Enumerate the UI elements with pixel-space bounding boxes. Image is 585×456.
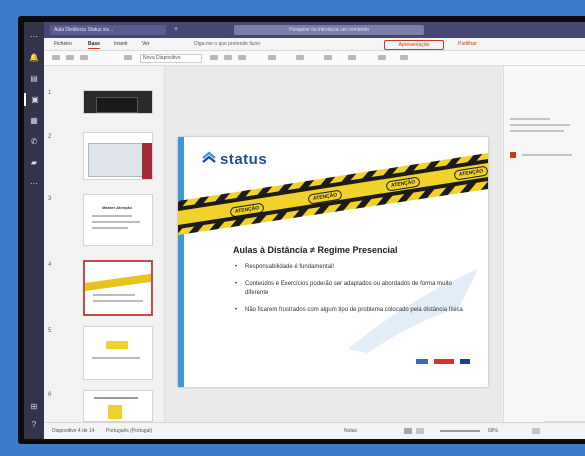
slide-thumbnail[interactable] xyxy=(83,326,153,380)
title-bar: Aula Distância Status sis... + Pesquise … xyxy=(44,22,585,38)
bullet-item: Conteúdos e Exercícios poderão ser adapt… xyxy=(233,280,463,298)
underline-icon[interactable] xyxy=(238,55,246,60)
partner-logo xyxy=(416,359,428,364)
files-icon[interactable]: ▰ xyxy=(24,156,44,169)
bold-icon[interactable] xyxy=(210,55,218,60)
thumbnail-line xyxy=(92,357,140,359)
font-name-box[interactable]: Nova Diapositivo xyxy=(140,54,202,63)
thumbnail-line xyxy=(93,294,135,296)
thumbnail-line xyxy=(92,215,132,217)
thumbnail-line xyxy=(92,227,128,229)
thumbnail-line xyxy=(92,221,140,223)
thumbnail-number: 5 xyxy=(48,328,52,334)
tell-me-input[interactable]: Diga-me o que pretende fazer xyxy=(194,40,260,48)
thumbnail-number: 1 xyxy=(48,90,52,96)
thumbnail-image xyxy=(106,341,128,349)
tab-file[interactable]: Ficheiro xyxy=(54,40,72,48)
app-rail: ⋯ 🔔 ▤ ▣ ▦ ✆ ▰ ⋯ ⊞ ? xyxy=(24,22,44,439)
slide-counter: Diapositivo 4 de 14 xyxy=(52,428,95,434)
chat-icon[interactable]: ▤ xyxy=(24,72,44,85)
slide-thumbnail[interactable] xyxy=(83,90,153,114)
slide-thumbnail[interactable] xyxy=(83,390,153,422)
thumbnail-caution-tape xyxy=(85,272,151,292)
activity-icon[interactable]: 🔔 xyxy=(24,51,44,64)
panel-text-line xyxy=(510,118,550,120)
partner-logo xyxy=(434,359,454,364)
teams-icon[interactable]: ▣ xyxy=(24,93,44,106)
slide-thumbnail[interactable]: Manter Atenção xyxy=(83,194,153,246)
status-bar: Diapositivo 4 de 14 Português (Portugal)… xyxy=(44,422,585,439)
search-input[interactable]: Pesquise ou introduza um comando xyxy=(234,25,424,35)
zoom-slider[interactable] xyxy=(440,430,480,432)
shapes-icon[interactable] xyxy=(348,55,356,60)
slide-canvas: status ATENÇÃO ATENÇÃO ATENÇÃO ATENÇÃO A… xyxy=(165,66,502,422)
help-icon[interactable]: ? xyxy=(24,418,44,431)
slide-title: Aulas à Distância ≠ Regime Presencial xyxy=(233,245,398,255)
apps-store-icon[interactable]: ⊞ xyxy=(24,400,44,413)
notes-button[interactable]: Notas xyxy=(344,428,357,434)
thumbnail-pane: 1 2 3 Manter Atenção 4 5 6 xyxy=(44,66,165,422)
eu-flag-icon xyxy=(460,359,470,364)
slide-thumbnail[interactable] xyxy=(83,132,153,180)
thumbnail-number: 6 xyxy=(48,392,52,398)
thumbnail-title: Manter Atenção xyxy=(102,205,132,210)
thumbnail-number: 3 xyxy=(48,196,52,202)
bullet-item: Responsabilidade é fundamental! xyxy=(233,263,463,272)
undo-icon[interactable] xyxy=(52,55,60,60)
sorter-view-icon[interactable] xyxy=(416,428,424,434)
zoom-level: 68% xyxy=(488,428,499,434)
align-icon[interactable] xyxy=(324,55,332,60)
apps-icon[interactable]: ⋯ xyxy=(24,177,44,190)
thumbnail-number: 2 xyxy=(48,134,52,140)
arrange-icon[interactable] xyxy=(378,55,386,60)
thumbnail-image xyxy=(96,97,138,113)
tab-view[interactable]: Ver xyxy=(142,40,150,48)
bullet-list: Responsabilidade é fundamental! Conteúdo… xyxy=(233,263,463,323)
current-slide[interactable]: status ATENÇÃO ATENÇÃO ATENÇÃO ATENÇÃO A… xyxy=(178,137,488,387)
toolbar: Nova Diapositivo xyxy=(44,51,585,66)
thumbnail-line xyxy=(94,397,138,399)
calendar-icon[interactable]: ▦ xyxy=(24,114,44,127)
more-options-icon[interactable] xyxy=(400,55,408,60)
font-color-icon[interactable] xyxy=(268,55,276,60)
slide-thumbnail-selected[interactable] xyxy=(83,260,153,316)
share-button[interactable]: Partilhar xyxy=(458,40,477,48)
more-icon[interactable]: ⋯ xyxy=(24,30,44,43)
panel-text-line xyxy=(522,154,572,156)
panel-text-line xyxy=(510,130,564,132)
bullet-item: Não ficarem frustrados com algum tipo de… xyxy=(233,306,463,315)
tab-insert[interactable]: Inserir xyxy=(114,40,128,48)
thumbnail-line xyxy=(93,300,143,302)
new-slide-icon[interactable] xyxy=(124,55,132,60)
new-tab-icon[interactable]: + xyxy=(174,25,178,35)
calls-icon[interactable]: ✆ xyxy=(24,135,44,148)
thumbnail-number: 4 xyxy=(48,262,52,268)
file-icon[interactable] xyxy=(510,152,516,158)
present-button[interactable]: Apresentação xyxy=(384,40,444,50)
bullets-icon[interactable] xyxy=(296,55,304,60)
fit-slide-icon[interactable] xyxy=(532,428,540,434)
document-tab[interactable]: Aula Distância Status sis... xyxy=(50,25,166,35)
participants-panel xyxy=(503,66,585,435)
language-status[interactable]: Português (Portugal) xyxy=(106,428,152,434)
thumbnail-image xyxy=(108,405,122,419)
italic-icon[interactable] xyxy=(224,55,232,60)
normal-view-icon[interactable] xyxy=(404,428,412,434)
format-painter-icon[interactable] xyxy=(80,55,88,60)
panel-text-line xyxy=(510,124,570,126)
tab-home[interactable]: Base xyxy=(88,40,100,49)
teams-window: ⋯ 🔔 ▤ ▣ ▦ ✆ ▰ ⋯ ⊞ ? Aula Distância Statu… xyxy=(24,22,585,439)
clipboard-icon[interactable] xyxy=(66,55,74,60)
ribbon-tabs: Ficheiro Base Inserir Ver Diga-me o que … xyxy=(44,38,585,51)
thumbnail-image xyxy=(142,143,152,179)
